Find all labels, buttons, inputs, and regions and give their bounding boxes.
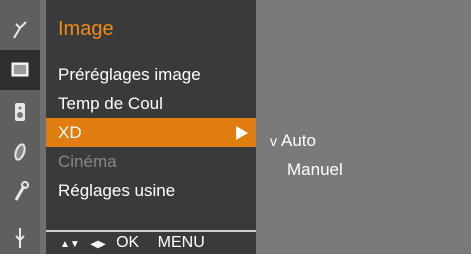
submenu-panel: v Auto Manuel — [256, 0, 471, 254]
submenu-item-manual[interactable]: Manuel — [287, 160, 343, 180]
category-time[interactable] — [0, 132, 40, 172]
left-right-arrows-icon: ◀▶ — [90, 239, 106, 250]
category-option[interactable] — [0, 218, 40, 258]
category-setup[interactable] — [0, 10, 40, 50]
up-down-arrows-icon: ▲▼ — [60, 239, 80, 250]
menu-title-bar: Image — [46, 6, 256, 44]
menu-item-picture-presets[interactable]: Préréglages image — [46, 60, 256, 89]
menu-item-color-temperature[interactable]: Temp de Coul — [46, 89, 256, 118]
antenna-icon — [13, 21, 27, 39]
submenu-arrow-icon — [236, 126, 248, 140]
category-audio[interactable] — [0, 92, 40, 132]
navigation-hint-bar: ▲▼ ◀▶ OK MENU — [46, 230, 256, 254]
main-menu-panel: Image Préréglages image Temp de Coul XD … — [46, 0, 256, 254]
menu-item-xd[interactable]: XD — [46, 118, 256, 147]
menu-item-cinema: Cinéma — [58, 152, 117, 171]
category-lock[interactable] — [0, 172, 40, 212]
clock-icon — [14, 143, 26, 161]
speaker-icon — [15, 103, 25, 121]
settings-icon — [15, 228, 25, 248]
menu-item-factory-reset[interactable]: Réglages usine — [46, 176, 256, 205]
menu-category-bar — [0, 0, 40, 254]
menu-item-xd-label: XD — [58, 123, 82, 142]
menu-hint: MENU — [157, 234, 205, 251]
submenu-item-manual-label: Manuel — [287, 160, 343, 179]
submenu-item-auto[interactable]: v Auto — [270, 131, 316, 151]
category-picture[interactable] — [0, 50, 40, 90]
menu-title: Image — [58, 18, 114, 40]
picture-icon — [11, 62, 29, 77]
key-icon — [14, 181, 29, 201]
check-icon: v — [270, 133, 277, 149]
osd-screen: Image Préréglages image Temp de Coul XD … — [0, 0, 471, 254]
submenu-item-auto-label: Auto — [281, 131, 316, 150]
menu-list: Préréglages image Temp de Coul XD Cinéma… — [46, 60, 256, 205]
ok-hint: OK — [116, 234, 140, 251]
